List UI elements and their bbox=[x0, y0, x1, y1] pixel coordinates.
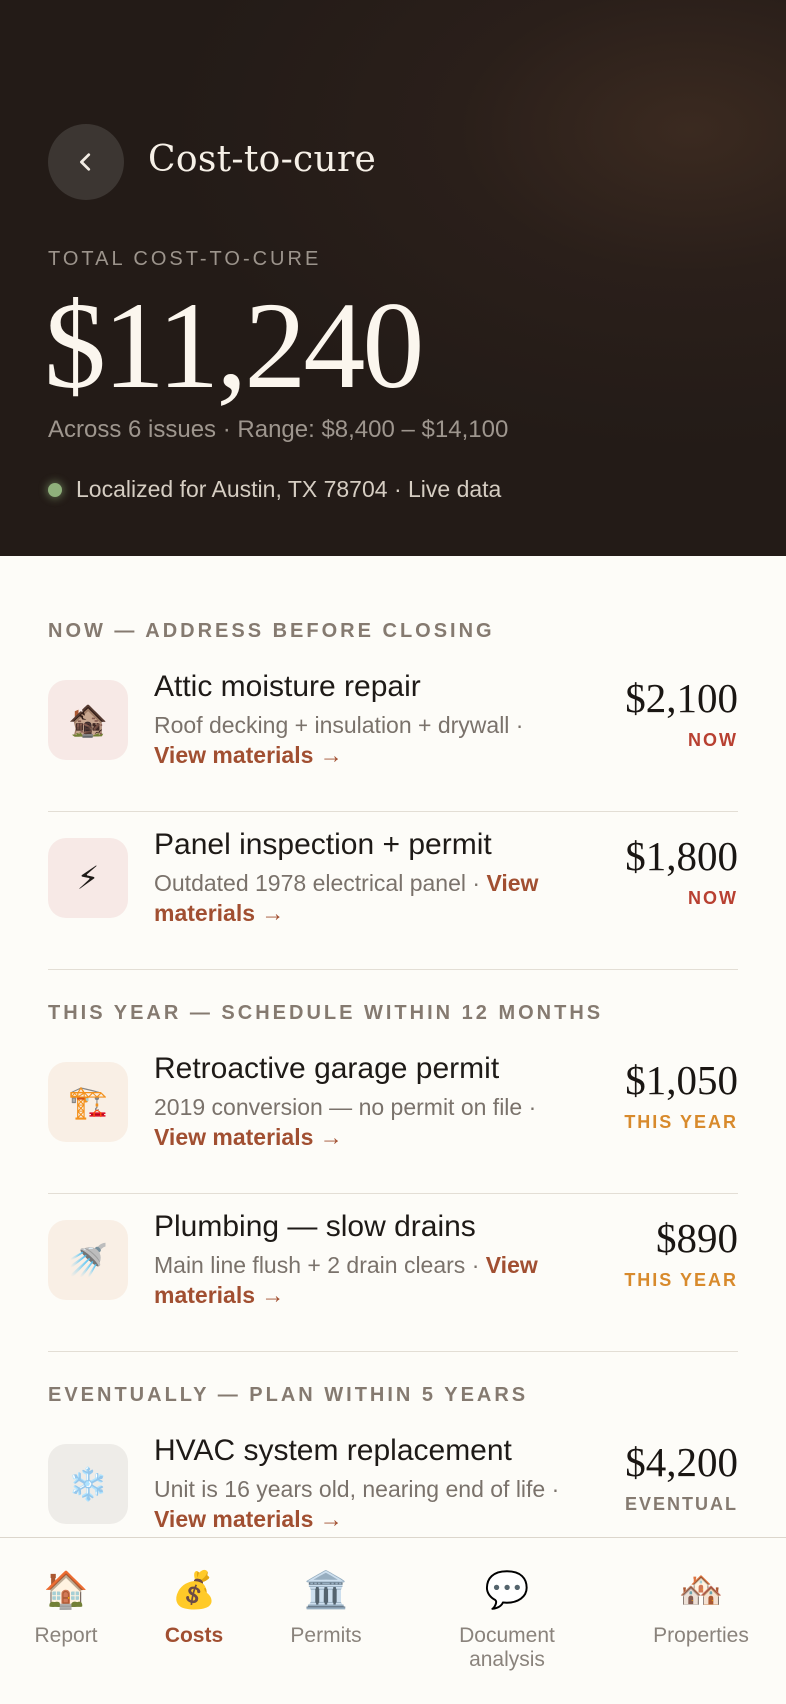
tab-report[interactable]: 🏠 Report bbox=[18, 1568, 114, 1648]
item-price: $890 bbox=[656, 1215, 738, 1261]
section-heading-this-year: THIS YEAR — SCHEDULE WITHIN 12 MONTHS bbox=[48, 1002, 604, 1024]
divider bbox=[48, 969, 738, 970]
tab-label: Permits bbox=[290, 1624, 362, 1647]
cost-item-attic-moisture[interactable]: 🏚️ Attic moisture repair Roof decking + … bbox=[48, 654, 738, 812]
header-hero: Cost-to-cure TOTAL COST-TO-CURE $11,240 … bbox=[0, 0, 786, 556]
money-bag-icon: 💰 bbox=[171, 1569, 217, 1610]
snowflake-icon: ❄️ bbox=[48, 1444, 128, 1524]
location-text: Localized for Austin, TX 78704 · Live da… bbox=[76, 476, 502, 502]
view-materials-link[interactable]: View materials → bbox=[154, 1124, 343, 1150]
tab-document-analysis[interactable]: 💬 Document analysis bbox=[434, 1568, 580, 1672]
item-timing-badge: THIS YEAR bbox=[624, 1270, 738, 1290]
item-description: 2019 conversion — no permit on file · Vie… bbox=[154, 1094, 537, 1150]
tab-label: Costs bbox=[164, 1624, 224, 1647]
house-icon: 🏠 bbox=[43, 1569, 89, 1610]
item-name: Plumbing — slow drains bbox=[154, 1210, 476, 1243]
item-price: $1,800 bbox=[625, 833, 738, 879]
lightning-icon: ⚡ bbox=[48, 838, 128, 918]
section-heading-now: NOW — ADDRESS BEFORE CLOSING bbox=[48, 620, 495, 642]
view-materials-link[interactable]: View materials → bbox=[154, 742, 343, 768]
page-title: Cost-to-cure bbox=[148, 139, 377, 180]
tab-label: Report bbox=[34, 1624, 98, 1647]
tab-properties[interactable]: 🏘️ Properties bbox=[636, 1568, 766, 1648]
divider bbox=[48, 1351, 738, 1352]
view-materials-link[interactable]: View materials → bbox=[154, 1506, 343, 1532]
live-status-dot-icon bbox=[48, 482, 62, 497]
item-name: HVAC system replacement bbox=[154, 1434, 512, 1467]
chevron-left-icon bbox=[80, 153, 91, 171]
section-heading-eventually: EVENTUALLY — PLAN WITHIN 5 YEARS bbox=[48, 1384, 529, 1406]
tab-permits[interactable]: 🏛️ Permits bbox=[270, 1568, 382, 1648]
item-timing-badge: NOW bbox=[688, 730, 738, 750]
shower-icon: 🚿 bbox=[48, 1220, 128, 1300]
cost-item-panel-inspection[interactable]: ⚡ Panel inspection + permit Outdated 197… bbox=[48, 812, 738, 970]
bottom-tab-bar: 🏠 Report 💰 Costs 🏛️ Permits 💬 Document a… bbox=[0, 1537, 786, 1704]
building-icon: 🏛️ bbox=[303, 1569, 349, 1610]
item-description: Roof decking + insulation + drywall · Vie… bbox=[154, 712, 524, 768]
cost-item-plumbing[interactable]: 🚿 Plumbing — slow drains Main line flush… bbox=[48, 1194, 738, 1352]
item-price: $4,200 bbox=[625, 1439, 738, 1485]
back-button[interactable] bbox=[48, 124, 124, 200]
house-icon: 🏚️ bbox=[48, 680, 128, 760]
tab-label: Properties bbox=[653, 1624, 749, 1647]
item-price: $1,050 bbox=[625, 1057, 738, 1103]
location-row: Localized for Austin, TX 78704 · Live da… bbox=[48, 476, 501, 503]
item-description: Unit is 16 years old, nearing end of lif… bbox=[154, 1476, 560, 1532]
cost-item-garage-permit[interactable]: 🏗️ Retroactive garage permit 2019 conver… bbox=[48, 1036, 738, 1194]
total-label: TOTAL COST-TO-CURE bbox=[48, 248, 322, 270]
houses-icon: 🏘️ bbox=[678, 1569, 724, 1610]
speech-bubble-icon: 💬 bbox=[484, 1569, 530, 1610]
total-amount: $11,240 bbox=[44, 277, 424, 414]
item-name: Retroactive garage permit bbox=[154, 1052, 500, 1085]
item-price: $2,100 bbox=[625, 675, 738, 721]
construction-icon: 🏗️ bbox=[48, 1062, 128, 1142]
item-timing-badge: NOW bbox=[688, 888, 738, 908]
tab-label: Document analysis bbox=[459, 1624, 555, 1671]
item-description: Main line flush + 2 drain clears · View … bbox=[154, 1252, 538, 1308]
item-name: Attic moisture repair bbox=[154, 670, 421, 703]
issues-summary: Across 6 issues · Range: $8,400 – $14,10… bbox=[48, 416, 509, 443]
item-description: Outdated 1978 electrical panel · View ma… bbox=[154, 870, 539, 926]
item-timing-badge: THIS YEAR bbox=[624, 1112, 738, 1132]
tab-costs[interactable]: 💰 Costs bbox=[144, 1568, 244, 1648]
item-timing-badge: EVENTUAL bbox=[624, 1494, 738, 1514]
item-name: Panel inspection + permit bbox=[154, 828, 492, 861]
